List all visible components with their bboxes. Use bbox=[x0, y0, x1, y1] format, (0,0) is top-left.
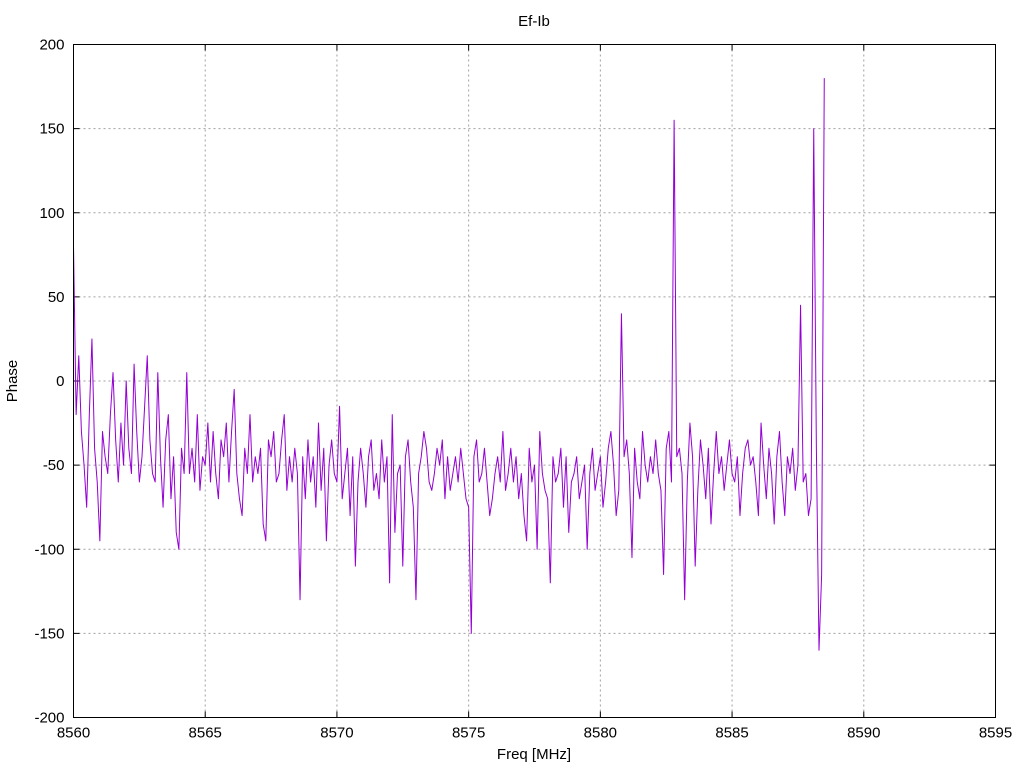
y-tick-label: 50 bbox=[48, 289, 65, 306]
x-tick-label: 8560 bbox=[57, 725, 90, 742]
y-tick-label: -200 bbox=[34, 710, 64, 727]
x-tick-label: 8570 bbox=[320, 725, 353, 742]
grid-lines bbox=[73, 44, 996, 718]
chart-title: Ef-Ib bbox=[518, 13, 550, 30]
tick-labels: 8560 8565 8570 8575 8580 8585 8590 8595 -200 -150… bbox=[34, 37, 1012, 742]
phase-chart: 8560 8565 8570 8575 8580 8585 8590 8595 -200 -150… bbox=[4, 13, 1012, 763]
y-tick-label: 150 bbox=[39, 121, 64, 138]
y-tick-label: 100 bbox=[39, 205, 64, 222]
y-tick-label: -100 bbox=[34, 541, 64, 558]
x-tick-label: 8590 bbox=[847, 725, 880, 742]
x-tick-label: 8565 bbox=[189, 725, 222, 742]
x-tick-label: 8575 bbox=[452, 725, 485, 742]
x-tick-label: 8580 bbox=[584, 725, 617, 742]
series-layer bbox=[73, 78, 825, 651]
x-axis-label: Freq [MHz] bbox=[497, 746, 571, 763]
y-axis-label: Phase bbox=[4, 360, 21, 403]
y-tick-label: -50 bbox=[43, 457, 65, 474]
series-line-0 bbox=[73, 78, 825, 651]
x-tick-label: 8585 bbox=[715, 725, 748, 742]
y-tick-label: 0 bbox=[56, 373, 64, 390]
y-tick-label: -150 bbox=[34, 625, 64, 642]
y-tick-label: 200 bbox=[39, 37, 64, 54]
x-tick-label: 8595 bbox=[979, 725, 1012, 742]
